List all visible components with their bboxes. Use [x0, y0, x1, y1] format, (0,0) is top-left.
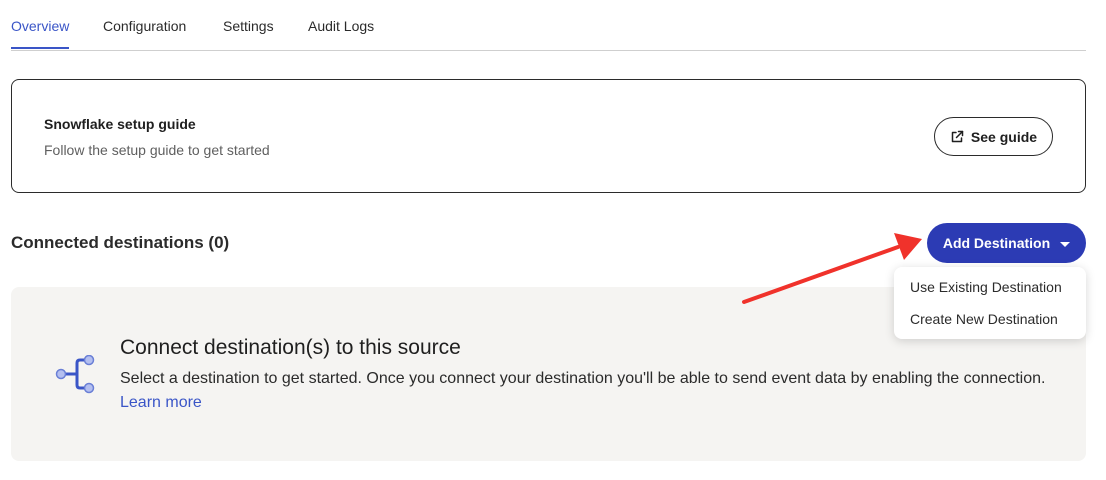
tab-audit-logs[interactable]: Audit Logs [308, 18, 374, 49]
guide-title: Snowflake setup guide [44, 116, 196, 132]
empty-state-title: Connect destination(s) to this source [120, 336, 461, 359]
external-link-icon [950, 130, 964, 144]
tab-overview[interactable]: Overview [11, 18, 70, 49]
tab-settings[interactable]: Settings [223, 18, 274, 49]
add-destination-label: Add Destination [942, 235, 1051, 251]
setup-guide-card: Snowflake setup guide Follow the setup g… [11, 79, 1086, 193]
empty-state-text: Select a destination to get started. Onc… [120, 370, 1046, 387]
guide-subtitle: Follow the setup guide to get started [44, 142, 270, 158]
connection-icon [55, 354, 99, 400]
add-destination-button[interactable]: Add Destination [927, 223, 1086, 263]
add-destination-menu: Use Existing Destination Create New Dest… [894, 267, 1086, 339]
empty-state-description: Select a destination to get started. Onc… [120, 367, 1050, 415]
menu-item-create-new[interactable]: Create New Destination [910, 311, 1058, 327]
tab-bar: Overview Configuration Settings Audit Lo… [11, 0, 1086, 51]
caret-down-icon [1060, 241, 1071, 247]
connected-destinations-title: Connected destinations (0) [11, 233, 230, 252]
see-guide-button[interactable]: See guide [934, 117, 1053, 156]
see-guide-label: See guide [970, 128, 1038, 145]
learn-more-link[interactable]: Learn more [120, 394, 202, 411]
menu-item-use-existing[interactable]: Use Existing Destination [910, 279, 1062, 295]
tab-configuration[interactable]: Configuration [103, 18, 186, 49]
